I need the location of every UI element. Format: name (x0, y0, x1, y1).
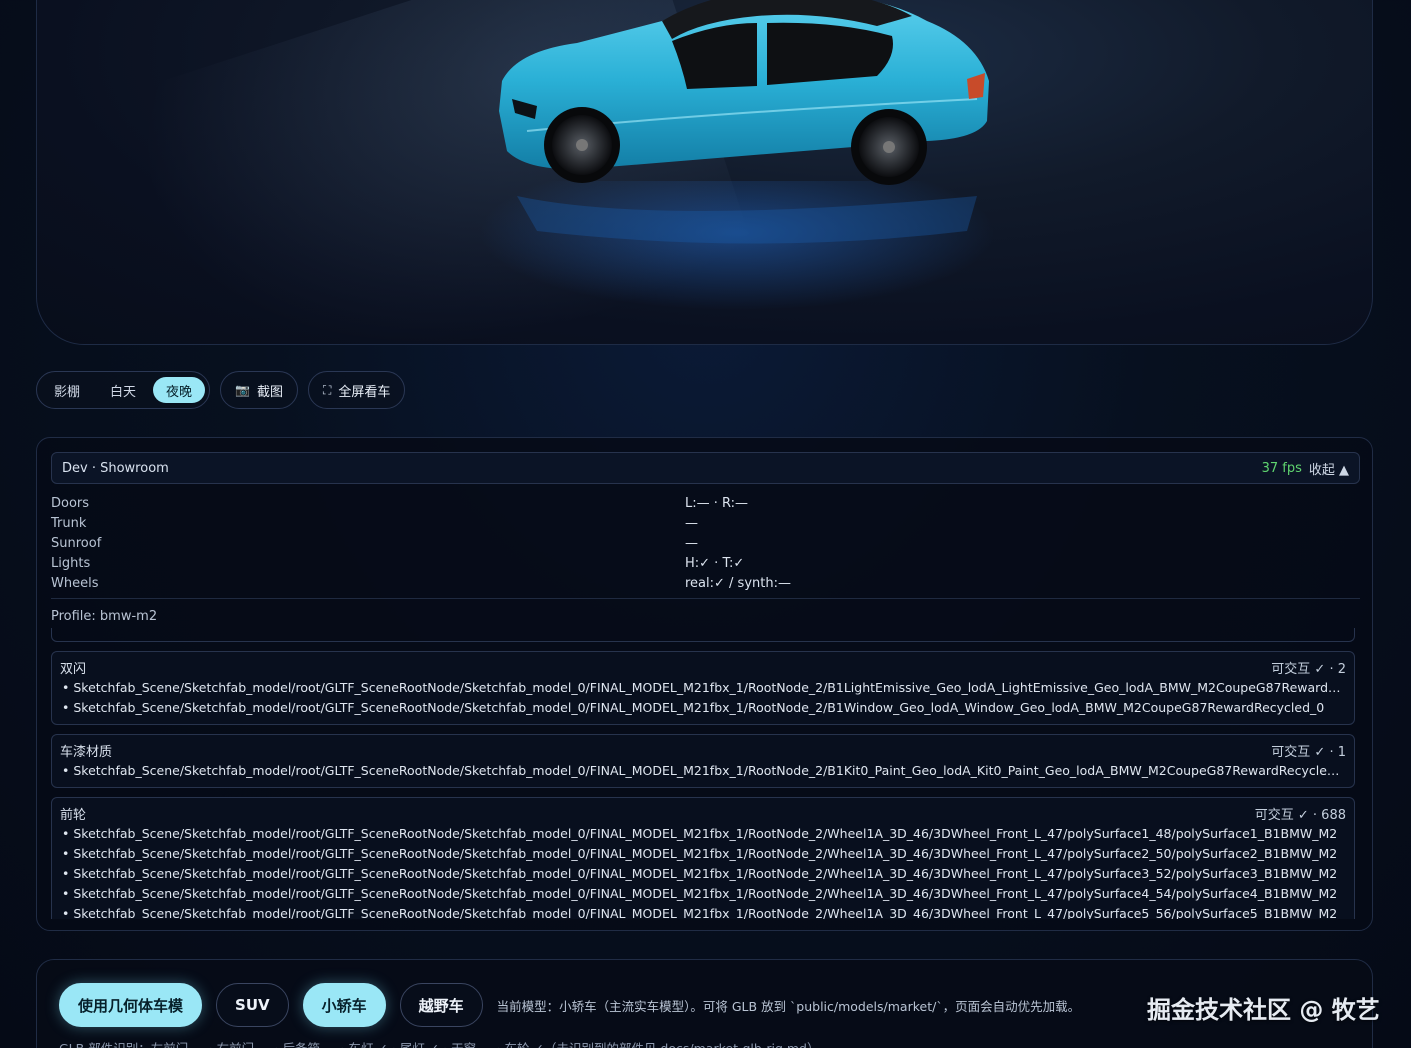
status-value: — (685, 535, 698, 551)
part-group-hazard: 双闪 可交互 ✓ · 2 • Sketchfab_Scene/Sketchfab… (51, 651, 1355, 725)
dev-panel-header-right: 37 fps 收起 ▲ (1262, 459, 1349, 478)
collapse-button[interactable]: 收起 ▲ (1309, 459, 1349, 478)
mesh-path: • Sketchfab_Scene/Sketchfab_model/root/G… (62, 763, 1346, 778)
mesh-path: • Sketchfab_Scene/Sketchfab_model/root/G… (62, 906, 1338, 919)
mesh-path: • Sketchfab_Scene/Sketchfab_model/root/G… (62, 680, 1346, 695)
status-row-trunk: Trunk — (51, 513, 1360, 533)
status-key: Lights (51, 555, 91, 571)
mesh-path: • Sketchfab_Scene/Sketchfab_model/root/G… (62, 866, 1338, 881)
scene-tab-night[interactable]: 夜晚 (153, 377, 206, 403)
screenshot-label: 截图 (257, 384, 284, 400)
status-value: — (685, 515, 698, 531)
status-value: real:✓ / synth:— (685, 575, 791, 591)
part-group-header: 前轮 可交互 ✓ · 688 (60, 804, 1346, 823)
current-model-note: 当前模型：小轿车（主流实车模型）。可将 GLB 放到 `public/model… (496, 998, 1081, 1014)
status-rows: Doors L:— · R:— Trunk — Sunroof — Lights… (51, 493, 1360, 593)
status-key: Sunroof (51, 535, 102, 551)
part-group-header: 双闪 可交互 ✓ · 2 (60, 658, 1346, 677)
geometry-model-toggle[interactable]: 使用几何体车模 (59, 983, 203, 1027)
status-key: Wheels (51, 575, 99, 591)
status-row-doors: Doors L:— · R:— (51, 493, 1360, 513)
scroll-list-top-edge (51, 628, 1355, 642)
status-value: H:✓ · T:✓ (685, 555, 745, 571)
profile-label: Profile: bmw-m2 (51, 609, 158, 624)
mesh-path: • Sketchfab_Scene/Sketchfab_model/root/G… (62, 700, 1325, 715)
fullscreen-label: 全屏看车 (338, 384, 391, 400)
part-group-list[interactable]: 双闪 可交互 ✓ · 2 • Sketchfab_Scene/Sketchfab… (51, 651, 1355, 919)
status-key: Trunk (51, 515, 87, 531)
part-group-paint: 车漆材质 可交互 ✓ · 1 • Sketchfab_Scene/Sketchf… (51, 734, 1355, 788)
divider (51, 598, 1360, 599)
scene-tab-studio[interactable]: 影棚 (41, 377, 93, 403)
model-chip-suv[interactable]: SUV (216, 983, 289, 1027)
glb-detection-line: GLB 部件识别：左前门 — · 右前门 — · 后备箱 — · 车灯 ✓ · … (59, 1038, 819, 1048)
part-group-header: 车漆材质 可交互 ✓ · 1 (60, 741, 1346, 760)
part-group-status: 可交互 ✓ · 1 (1271, 745, 1346, 760)
scene-tab-day[interactable]: 白天 (97, 377, 149, 403)
scene-switcher: 影棚 白天 夜晚 (36, 371, 211, 409)
mesh-path: • Sketchfab_Scene/Sketchfab_model/root/G… (62, 826, 1338, 841)
mesh-path: • Sketchfab_Scene/Sketchfab_model/root/G… (62, 886, 1338, 901)
car-model[interactable] (457, 0, 1017, 281)
mesh-path: • Sketchfab_Scene/Sketchfab_model/root/G… (62, 846, 1338, 861)
dev-panel: Dev · Showroom 37 fps 收起 ▲ Doors L:— · R… (36, 437, 1373, 931)
fullscreen-button[interactable]: ⛶ 全屏看车 (308, 371, 406, 409)
status-row-lights: Lights H:✓ · T:✓ (51, 553, 1360, 573)
dev-panel-title: Dev · Showroom (62, 460, 169, 476)
fps-counter: 37 fps (1261, 460, 1302, 476)
part-group-status: 可交互 ✓ · 2 (1271, 662, 1346, 677)
part-group-front-wheel: 前轮 可交互 ✓ · 688 • Sketchfab_Scene/Sketchf… (51, 797, 1355, 919)
scene-toolbar: 影棚 白天 夜晚 📷 截图 ⛶ 全屏看车 (36, 371, 406, 411)
model-chip-row: 使用几何体车模 SUV 小轿车 越野车 当前模型：小轿车（主流实车模型）。可将 … (59, 983, 1080, 1027)
camera-icon: 📷 (235, 383, 250, 397)
model-chip-sedan[interactable]: 小轿车 (302, 983, 386, 1027)
status-value: L:— · R:— (685, 495, 749, 511)
status-row-sunroof: Sunroof — (51, 533, 1360, 553)
3d-viewer-canvas[interactable] (36, 0, 1373, 345)
part-group-status: 可交互 ✓ · 688 (1254, 808, 1346, 823)
status-key: Doors (51, 495, 90, 511)
fullscreen-icon: ⛶ (323, 382, 332, 397)
dev-panel-header: Dev · Showroom 37 fps 收起 ▲ (51, 452, 1360, 484)
part-group-title: 双闪 (60, 662, 87, 677)
watermark: 掘金技术社区 @ 牧艺 (1147, 996, 1380, 1024)
part-group-title: 前轮 (60, 808, 87, 823)
status-row-wheels: Wheels real:✓ / synth:— (51, 573, 1360, 593)
part-group-title: 车漆材质 (60, 745, 113, 760)
screenshot-button[interactable]: 📷 截图 (220, 371, 299, 409)
model-chip-offroad[interactable]: 越野车 (399, 983, 483, 1027)
